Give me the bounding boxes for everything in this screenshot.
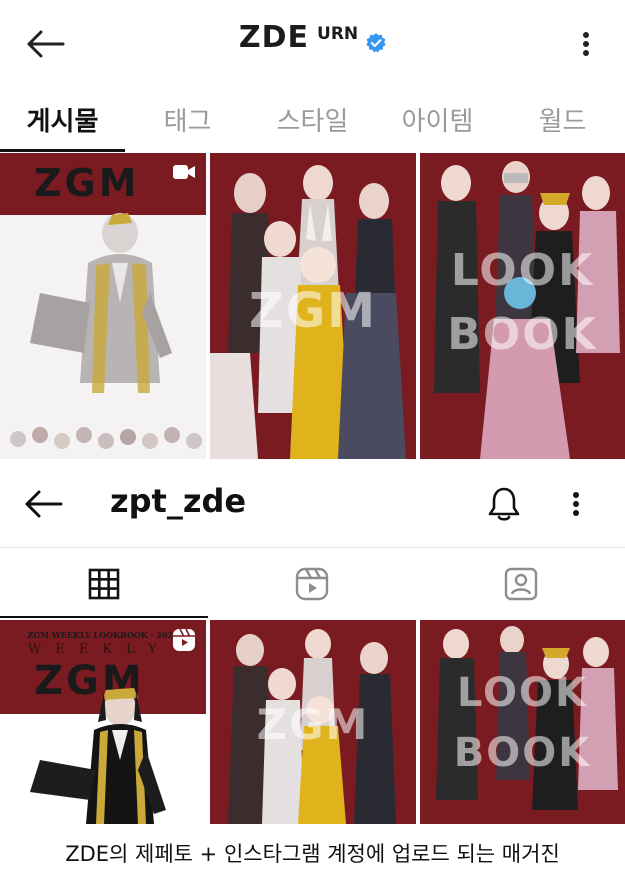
account-header: zpt_zde [0,462,625,548]
tile-overlay-text: LOOK [456,670,589,716]
post-tile[interactable]: ZGM [210,620,416,824]
verified-badge-icon [366,33,386,53]
profile-title: ZDE [238,20,310,55]
tagged-user-icon [504,567,538,601]
tab-style[interactable]: 스타일 [250,96,375,152]
tab-posts[interactable]: 게시물 [0,96,125,152]
tile-overlay-text: BOOK [447,309,598,360]
more-vertical-icon [573,492,579,516]
more-options-button[interactable] [568,26,604,62]
post-grid-top: ZGM ZGM LOOK BOOK [0,153,625,459]
tile-overlay-text: BOOK [453,730,592,776]
post-tile[interactable]: ZGM [0,153,206,459]
notifications-button[interactable] [484,484,524,524]
profile-title-superscript: URN [317,24,359,44]
back-button[interactable] [20,484,66,524]
tab-items[interactable]: 아이템 [375,96,500,152]
avatar-group-image [420,620,625,824]
post-grid-bottom: ZGM WEEKLY LOOKBOOK · 2024 WEEKLY ZGM ZG… [0,620,625,824]
account-tabs [0,550,625,618]
profile-title-group: ZDE URN [0,20,625,55]
avatar-group-image [420,153,625,459]
profile-tabs: 게시물 태그 스타일 아이템 월드 [0,96,625,152]
more-vertical-icon [583,32,589,56]
grid-icon [88,568,120,600]
post-tile[interactable]: ZGM WEEKLY LOOKBOOK · 2024 WEEKLY ZGM [0,620,206,824]
tab-world[interactable]: 월드 [500,96,625,152]
tile-overlay-text: ZGM [249,283,377,339]
avatar-figure-image [30,688,166,824]
tile-overlay-text: LOOK [450,245,595,296]
post-tile[interactable]: LOOK BOOK [420,620,625,824]
tab-reels[interactable] [208,550,416,618]
tile-overlay-text: ZGM [256,700,370,749]
account-username: zpt_zde [110,482,247,520]
caption-text: ZDE의 제페토 + 인스타그램 계정에 업로드 되는 매거진 [65,842,560,866]
reels-icon [296,567,329,601]
post-tile[interactable]: ZGM [210,153,416,459]
tab-tags[interactable]: 태그 [125,96,250,152]
more-options-button[interactable] [558,484,594,524]
profile-header: ZDE URN [0,0,625,84]
tab-grid[interactable] [0,550,209,618]
tab-tagged[interactable] [417,550,625,618]
arrow-left-icon [25,490,63,518]
bell-icon [488,487,520,521]
post-tile[interactable]: LOOK BOOK [420,153,625,459]
avatar-figure-image [10,213,202,449]
